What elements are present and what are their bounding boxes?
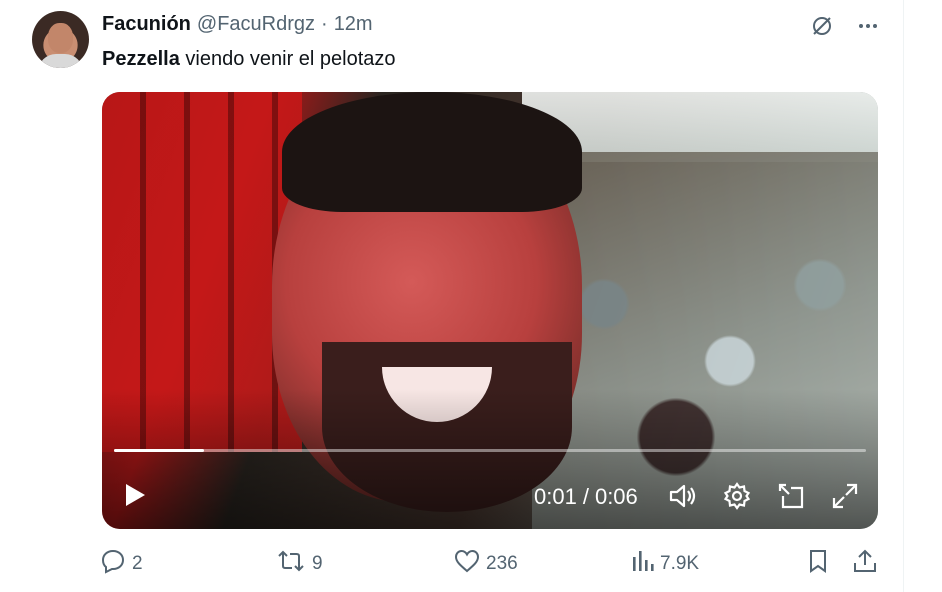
views-icon (630, 549, 654, 579)
reply-button[interactable]: 2 (100, 548, 143, 580)
tweet-actions: 2 9 236 7.9K (100, 548, 880, 580)
handle[interactable]: @FacuRdrgz (197, 13, 315, 36)
bookmark-icon (806, 548, 830, 580)
video-time-readout: 0:01 / 0:06 (534, 484, 638, 510)
grok-icon[interactable] (808, 12, 836, 40)
gear-icon[interactable] (721, 480, 753, 512)
volume-icon[interactable] (667, 480, 699, 512)
pip-icon[interactable] (775, 480, 807, 512)
video-player[interactable]: 0:01 / 0:06 (102, 92, 878, 529)
avatar-face (48, 23, 73, 53)
bookmark-button[interactable] (806, 548, 830, 580)
like-count: 236 (486, 553, 518, 574)
retweet-icon (276, 548, 306, 580)
tweet-text: Pezzella viendo venir el pelotazo (102, 46, 396, 72)
video-progress-bar[interactable] (114, 449, 866, 452)
video-progress-fill (114, 449, 205, 452)
play-icon[interactable] (120, 480, 150, 510)
separator-dot: · (321, 12, 328, 35)
retweet-button[interactable]: 9 (276, 548, 323, 580)
more-icon[interactable] (854, 12, 882, 40)
timeline-border (903, 0, 904, 592)
avatar-shirt (38, 54, 83, 68)
display-name[interactable]: Facunión (102, 13, 191, 36)
tweet-text-bold: Pezzella (102, 48, 180, 70)
top-actions (808, 12, 882, 40)
video-time-separator: / (582, 484, 589, 509)
tweet-text-rest: viendo venir el pelotazo (179, 48, 396, 70)
video-current-time: 0:01 (534, 484, 577, 509)
share-icon (852, 548, 878, 580)
avatar[interactable] (32, 11, 89, 68)
views-count: 7.9K (660, 553, 700, 574)
share-button[interactable] (852, 548, 878, 580)
heart-icon (454, 549, 480, 579)
reply-count: 2 (132, 553, 143, 574)
tweet-header: Facunión @FacuRdrgz · 12m (102, 12, 373, 36)
video-duration: 0:06 (594, 484, 638, 509)
video-frame-hair (282, 92, 582, 212)
like-button[interactable]: 236 (454, 548, 518, 580)
views-button[interactable]: 7.9K (630, 548, 699, 580)
retweet-count: 9 (312, 553, 323, 574)
reply-icon (100, 548, 126, 580)
fullscreen-icon[interactable] (829, 480, 861, 512)
timestamp[interactable]: 12m (334, 13, 373, 36)
video-controls-shade (102, 389, 878, 529)
